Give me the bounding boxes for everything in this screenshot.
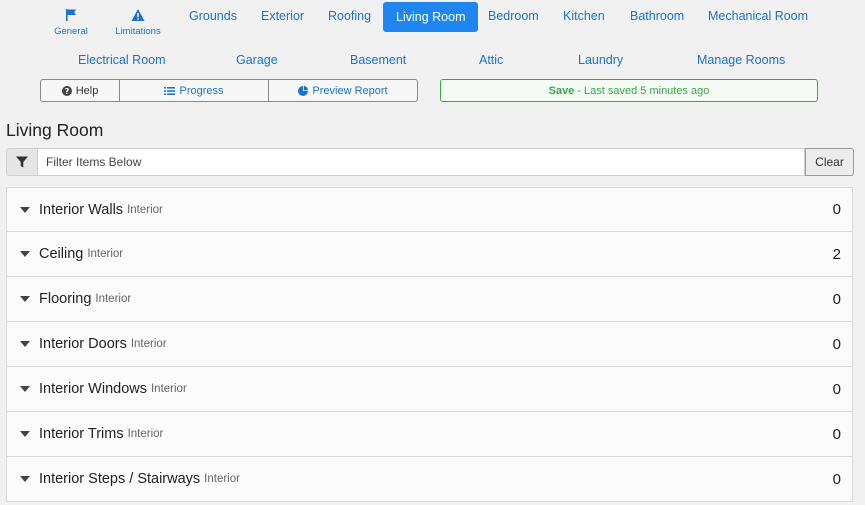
nav-basement[interactable]: Basement: [350, 53, 406, 67]
page-title: Living Room: [6, 120, 104, 140]
nav-limitations[interactable]: Limitations: [106, 6, 170, 37]
flag-icon: [66, 9, 76, 21]
nav-attic[interactable]: Attic: [479, 53, 503, 67]
list-icon: [164, 86, 176, 96]
top-navigation: General Limitations Grounds Exterior Roo…: [0, 0, 865, 108]
caret-down-icon: [20, 296, 30, 302]
list-item[interactable]: Interior Windows Interior 0: [6, 367, 853, 412]
item-title: Ceiling: [39, 246, 84, 262]
item-title: Interior Windows: [39, 381, 147, 397]
item-title: Interior Doors: [39, 336, 127, 352]
progress-button-label: Progress: [179, 84, 224, 97]
nav-bedroom[interactable]: Bedroom: [488, 9, 539, 23]
item-title: Interior Trims: [39, 426, 124, 442]
nav-laundry[interactable]: Laundry: [578, 53, 623, 67]
item-count: 0: [832, 425, 841, 443]
nav-manage-rooms[interactable]: Manage Rooms: [697, 53, 785, 67]
nav-limitations-label: Limitations: [115, 26, 161, 37]
item-category: Interior: [127, 428, 164, 440]
nav-mechanical-room[interactable]: Mechanical Room: [708, 9, 808, 23]
clear-button[interactable]: Clear: [805, 148, 854, 176]
item-category: Interior: [204, 473, 240, 485]
progress-button[interactable]: Progress: [120, 79, 269, 102]
preview-report-button-label: Preview Report: [312, 84, 388, 97]
nav-kitchen[interactable]: Kitchen: [563, 9, 605, 23]
list-item[interactable]: Interior Trims Interior 0: [6, 412, 853, 457]
item-count: 0: [832, 335, 841, 353]
preview-report-button[interactable]: Preview Report: [269, 79, 418, 102]
item-count: 0: [832, 201, 841, 218]
nav-electrical-room[interactable]: Electrical Room: [78, 53, 166, 67]
item-count: 0: [832, 290, 841, 308]
list-item[interactable]: Ceiling Interior 2: [6, 232, 853, 277]
toolbar-button-group: ? Help Progress Preview Report: [40, 79, 418, 102]
item-category: Interior: [150, 383, 187, 395]
item-category: Interior: [87, 248, 124, 260]
caret-down-icon: [20, 251, 30, 257]
question-circle-icon: ?: [61, 85, 72, 96]
nav-bathroom[interactable]: Bathroom: [630, 9, 684, 23]
svg-text:?: ?: [64, 87, 69, 96]
caret-down-icon: [20, 341, 30, 347]
item-list: Interior Walls Interior 0 Ceiling Interi…: [6, 187, 853, 502]
caret-down-icon: [20, 476, 30, 482]
nav-general[interactable]: General: [39, 6, 103, 37]
item-count: 0: [832, 380, 841, 398]
list-item[interactable]: Interior Walls Interior 0: [6, 187, 853, 232]
caret-down-icon: [20, 206, 30, 213]
help-button-label: Help: [75, 84, 99, 97]
save-button[interactable]: Save - Last saved 5 minutes ago: [440, 79, 818, 102]
nav-exterior[interactable]: Exterior: [261, 9, 304, 23]
caret-down-icon: [20, 386, 30, 392]
nav-general-label: General: [54, 26, 88, 37]
nav-roofing[interactable]: Roofing: [328, 9, 371, 23]
caret-down-icon: [20, 431, 30, 437]
filter-bar: Clear: [6, 148, 854, 176]
item-category: Interior: [127, 203, 163, 216]
list-item[interactable]: Flooring Interior 0: [6, 277, 853, 322]
save-label: Save: [548, 84, 575, 97]
nav-living-room[interactable]: Living Room: [383, 2, 479, 32]
item-category: Interior: [130, 338, 167, 350]
help-button[interactable]: ? Help: [40, 79, 120, 102]
item-title: Flooring: [39, 291, 92, 307]
item-count: 0: [832, 470, 841, 488]
nav-grounds[interactable]: Grounds: [189, 9, 237, 23]
item-title: Interior Steps / Stairways: [39, 471, 201, 487]
filter-icon-box: [6, 148, 37, 176]
warning-icon: [131, 9, 145, 21]
item-title: Interior Walls: [39, 201, 124, 218]
list-item[interactable]: Interior Doors Interior 0: [6, 322, 853, 367]
nav-garage[interactable]: Garage: [236, 53, 278, 67]
item-category: Interior: [95, 293, 132, 305]
save-status: - Last saved 5 minutes ago: [577, 84, 710, 97]
filter-icon: [16, 156, 28, 168]
filter-input[interactable]: [37, 148, 805, 176]
list-item[interactable]: Interior Steps / Stairways Interior 0: [6, 457, 853, 502]
item-count: 2: [832, 245, 841, 263]
pie-chart-icon: [298, 85, 309, 96]
